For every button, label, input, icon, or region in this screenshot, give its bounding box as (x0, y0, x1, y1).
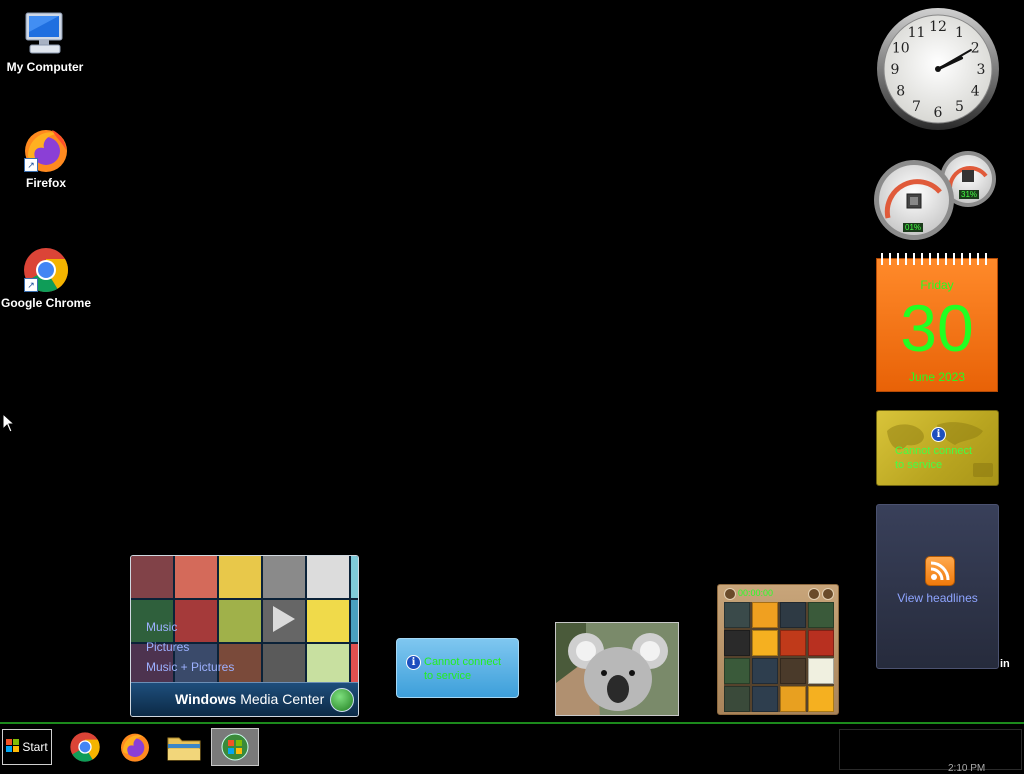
shortcut-arrow-icon: ↗ (24, 158, 38, 172)
desktop-icon-label: Google Chrome (0, 296, 91, 310)
clock-hour-label: 4 (971, 84, 980, 100)
puzzle-tile[interactable] (752, 602, 778, 628)
clock-hour-label: 3 (977, 62, 986, 78)
stocks-gadget[interactable]: i Cannot connect to service (396, 638, 519, 698)
picture-puzzle-gadget[interactable]: 00:00:00 (717, 584, 839, 715)
puzzle-tile[interactable] (752, 630, 778, 656)
info-icon: i (931, 427, 946, 442)
clock-hour-label: 1 (955, 25, 964, 41)
puzzle-timer: 00:00:00 (738, 588, 774, 598)
calendar-day: Friday (920, 278, 954, 292)
weather-gadget[interactable]: i Cannot connect to service (876, 410, 999, 486)
cpu-meter-gadget[interactable]: 01% 31% (874, 148, 1000, 244)
feed-headlines-gadget[interactable]: View headlines (876, 504, 999, 669)
media-center-menu-music-pictures[interactable]: Music + Pictures (146, 657, 234, 677)
puzzle-grid (724, 602, 834, 712)
system-tray[interactable]: 2:10 PM (839, 729, 1022, 774)
clock-hour-label: 2 (971, 41, 980, 57)
desktop-icon-my-computer[interactable]: My Computer (0, 10, 93, 74)
windows-orb-icon (330, 688, 354, 712)
taskbar-clock[interactable]: 2:10 PM (948, 763, 985, 774)
media-center-gadget[interactable]: Music Pictures Music + Pictures Windows … (130, 555, 359, 717)
calendar-rings (881, 253, 993, 265)
taskbar-file-explorer-button[interactable] (166, 729, 202, 765)
media-center-menu-music[interactable]: Music (146, 617, 234, 637)
media-center-title-bar[interactable]: Windows Media Center (131, 682, 358, 716)
puzzle-tile[interactable] (752, 658, 778, 684)
play-icon (271, 604, 297, 639)
puzzle-tile[interactable] (724, 602, 750, 628)
puzzle-tile[interactable] (752, 686, 778, 712)
chrome-icon (70, 732, 100, 762)
rss-icon (925, 556, 955, 586)
taskbar: Start 2:10 PM (0, 722, 1024, 774)
firefox-icon: ↗ (22, 126, 70, 174)
puzzle-tile[interactable] (808, 630, 834, 656)
puzzle-tile[interactable] (724, 686, 750, 712)
clock-hour-label: 11 (908, 25, 926, 41)
media-center-menu-pictures[interactable]: Pictures (146, 637, 234, 657)
clock-hour-label: 5 (955, 99, 964, 115)
media-center-menu: Music Pictures Music + Pictures (146, 617, 234, 677)
puzzle-tile[interactable] (780, 658, 806, 684)
info-icon: i (406, 655, 421, 670)
desktop-icon-label: My Computer (6, 60, 84, 74)
clock-gadget[interactable]: 12 1 2 3 4 5 6 7 8 9 10 11 (876, 7, 1000, 131)
taskbar-firefox-button[interactable] (117, 729, 153, 765)
puzzle-solve-button[interactable] (822, 588, 834, 600)
stocks-error-message: Cannot connect to service (424, 656, 502, 682)
truncated-text: in (1000, 658, 1010, 670)
puzzle-tile[interactable] (780, 602, 806, 628)
clock-hour-label: 6 (934, 105, 943, 121)
mouse-cursor-icon (2, 412, 16, 438)
view-headlines-link[interactable]: View headlines (877, 591, 998, 605)
desktop-icon-firefox[interactable]: ↗ Firefox (0, 126, 94, 190)
calendar-month-year: June 2023 (908, 370, 966, 384)
shortcut-arrow-icon: ↗ (24, 278, 38, 292)
calendar-date: 30 (900, 291, 974, 365)
chrome-icon: ↗ (22, 246, 70, 294)
windows-logo-icon (221, 733, 249, 761)
puzzle-tile[interactable] (780, 686, 806, 712)
windows-logo-icon (6, 739, 20, 755)
file-explorer-icon (167, 737, 201, 761)
clock-hour-label: 9 (891, 62, 900, 78)
puzzle-tile[interactable] (808, 602, 834, 628)
koala-photo (556, 623, 678, 715)
taskbar-windows-button[interactable] (211, 728, 259, 766)
puzzle-tile[interactable] (724, 630, 750, 656)
puzzle-back-button[interactable] (724, 588, 736, 600)
slideshow-gadget[interactable] (555, 622, 679, 716)
puzzle-tile[interactable] (808, 686, 834, 712)
taskbar-chrome-button[interactable] (67, 729, 103, 765)
cpu-usage-readout: 01% (903, 223, 924, 232)
clock-hour-label: 12 (929, 19, 947, 35)
clock-hour-label: 7 (912, 99, 921, 115)
desktop-icon-label: Firefox (25, 176, 66, 190)
weather-error-message: Cannot connect to service (895, 445, 973, 471)
puzzle-tile[interactable] (780, 630, 806, 656)
clock-hour-label: 8 (896, 84, 905, 100)
start-button[interactable]: Start (2, 729, 52, 765)
clock-hour-label: 10 (892, 41, 910, 57)
puzzle-tile[interactable] (724, 658, 750, 684)
media-center-title: Windows Media Center (175, 691, 325, 707)
puzzle-help-button[interactable] (808, 588, 820, 600)
calendar-gadget[interactable]: Friday 30 June 2023 (876, 253, 998, 392)
memory-usage-readout: 31% (959, 190, 980, 199)
start-label: Start (22, 740, 48, 754)
computer-icon (21, 10, 69, 58)
puzzle-tile[interactable] (808, 658, 834, 684)
desktop-icon-chrome[interactable]: ↗ Google Chrome (0, 246, 94, 310)
firefox-icon (121, 733, 149, 762)
